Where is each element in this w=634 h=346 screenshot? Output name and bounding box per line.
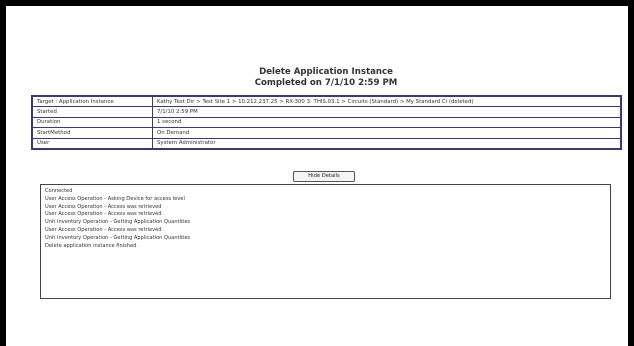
log-line: User Access Operation - Asking Device fo… bbox=[45, 195, 185, 202]
log-line: Unit Inventory Operation - Getting Appli… bbox=[45, 219, 191, 226]
page-header: Delete Application Instance Completed on… bbox=[30, 67, 622, 89]
log-line: Delete application instance finished. bbox=[45, 242, 138, 249]
details-row-target: Target : Application Instance Kathy Test… bbox=[31, 95, 622, 108]
start-method-value: On Demand bbox=[152, 127, 622, 139]
operation-log: Connected User Access Operation - Asking… bbox=[40, 184, 611, 299]
start-method-label: StartMethod bbox=[31, 127, 153, 139]
duration-value: 1 second bbox=[152, 116, 622, 129]
started-label: Started bbox=[31, 106, 153, 118]
details-row-user: User System Administrator bbox=[31, 137, 622, 150]
user-value: System Administrator bbox=[152, 137, 622, 150]
details-table: Target : Application Instance Kathy Test… bbox=[31, 95, 622, 150]
target-value: Kathy Test Dir > Test Site 1 > 10.212.23… bbox=[152, 95, 622, 108]
page-title: Delete Application Instance bbox=[259, 67, 393, 77]
duration-label: Duration bbox=[31, 116, 153, 129]
details-row-started: Started 7/1/10 2:59 PM bbox=[31, 106, 622, 118]
log-line: Connected bbox=[45, 188, 73, 194]
target-label: Target : Application Instance bbox=[31, 95, 153, 108]
log-line: User Access Operation - Access was retri… bbox=[45, 203, 162, 210]
log-line: User Access Operation - Access was retri… bbox=[45, 226, 162, 233]
completion-status: Completed on 7/1/10 2:59 PM bbox=[254, 78, 398, 88]
window-frame-right bbox=[628, 0, 634, 346]
hide-details-button[interactable]: Hide Details bbox=[293, 171, 355, 182]
window-frame-top bbox=[0, 0, 634, 6]
log-line: User Access Operation - Access was retri… bbox=[45, 211, 162, 218]
details-row-duration: Duration 1 second bbox=[31, 116, 622, 129]
user-label: User bbox=[31, 137, 153, 150]
started-value: 7/1/10 2:59 PM bbox=[152, 106, 622, 118]
log-line: Unit Inventory Operation - Getting Appli… bbox=[45, 234, 191, 241]
details-row-start-method: StartMethod On Demand bbox=[31, 127, 622, 139]
window-frame-left bbox=[0, 0, 6, 346]
